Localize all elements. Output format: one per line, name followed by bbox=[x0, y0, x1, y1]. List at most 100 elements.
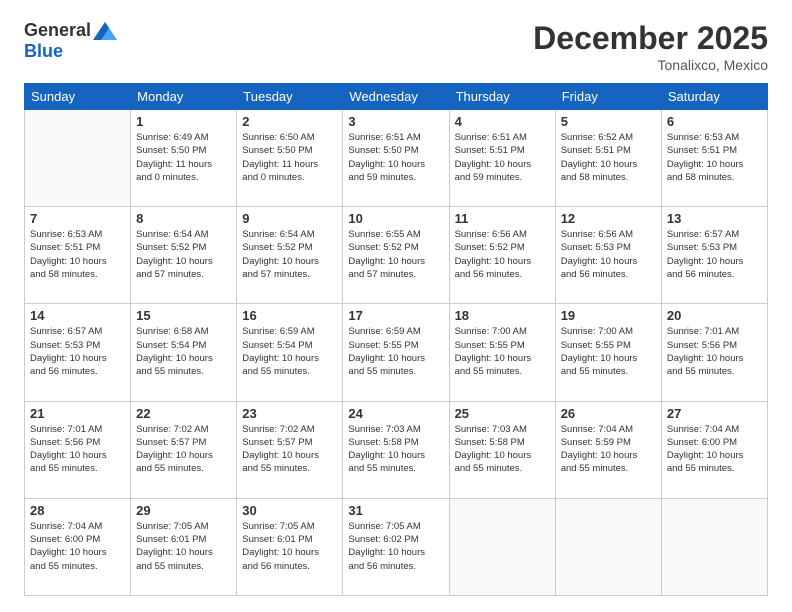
day-info: Sunrise: 6:54 AMSunset: 5:52 PMDaylight:… bbox=[136, 228, 231, 281]
day-number: 9 bbox=[242, 211, 337, 226]
day-info: Sunrise: 7:05 AMSunset: 6:01 PMDaylight:… bbox=[242, 520, 337, 573]
col-wednesday: Wednesday bbox=[343, 84, 449, 110]
col-sunday: Sunday bbox=[25, 84, 131, 110]
col-tuesday: Tuesday bbox=[237, 84, 343, 110]
day-info: Sunrise: 7:04 AMSunset: 5:59 PMDaylight:… bbox=[561, 423, 656, 476]
table-row: 8Sunrise: 6:54 AMSunset: 5:52 PMDaylight… bbox=[131, 207, 237, 304]
table-row: 6Sunrise: 6:53 AMSunset: 5:51 PMDaylight… bbox=[661, 110, 767, 207]
table-row: 12 Sunrise: 6:56 AMSunset: 5:53 PMDayligh… bbox=[555, 207, 661, 304]
table-row: 13 Sunrise: 6:57 AMSunset: 5:53 PMDayligh… bbox=[661, 207, 767, 304]
month-title: December 2025 bbox=[533, 20, 768, 57]
day-info: Sunrise: 6:56 AMSunset: 5:52 PMDaylight:… bbox=[455, 228, 550, 281]
logo-icon bbox=[93, 22, 117, 40]
day-number: 19 bbox=[561, 308, 656, 323]
table-row: 29 Sunrise: 7:05 AMSunset: 6:01 PMDayligh… bbox=[131, 498, 237, 595]
day-info: Sunrise: 7:03 AMSunset: 5:58 PMDaylight:… bbox=[455, 423, 550, 476]
logo-blue-text: Blue bbox=[24, 41, 63, 62]
day-info: Sunrise: 6:50 AMSunset: 5:50 PMDaylight:… bbox=[242, 131, 337, 184]
day-info: Sunrise: 6:53 AMSunset: 5:51 PMDaylight:… bbox=[30, 228, 125, 281]
day-number: 2 bbox=[242, 114, 337, 129]
day-info: Sunrise: 6:57 AMSunset: 5:53 PMDaylight:… bbox=[30, 325, 125, 378]
calendar-header-row: Sunday Monday Tuesday Wednesday Thursday… bbox=[25, 84, 768, 110]
day-number: 30 bbox=[242, 503, 337, 518]
day-number: 12 bbox=[561, 211, 656, 226]
day-info: Sunrise: 7:01 AMSunset: 5:56 PMDaylight:… bbox=[30, 423, 125, 476]
col-saturday: Saturday bbox=[661, 84, 767, 110]
col-friday: Friday bbox=[555, 84, 661, 110]
logo-general-text: General bbox=[24, 20, 91, 41]
day-number: 25 bbox=[455, 406, 550, 421]
calendar-week-row: 21 Sunrise: 7:01 AMSunset: 5:56 PMDayligh… bbox=[25, 401, 768, 498]
day-number: 18 bbox=[455, 308, 550, 323]
day-info: Sunrise: 7:05 AMSunset: 6:01 PMDaylight:… bbox=[136, 520, 231, 573]
day-info: Sunrise: 6:49 AMSunset: 5:50 PMDaylight:… bbox=[136, 131, 231, 184]
table-row: 21 Sunrise: 7:01 AMSunset: 5:56 PMDayligh… bbox=[25, 401, 131, 498]
day-number: 26 bbox=[561, 406, 656, 421]
page: General Blue December 2025 Tonalixco, Me… bbox=[0, 0, 792, 612]
table-row: 7 Sunrise: 6:53 AMSunset: 5:51 PMDaylight… bbox=[25, 207, 131, 304]
day-info: Sunrise: 6:57 AMSunset: 5:53 PMDaylight:… bbox=[667, 228, 762, 281]
day-number: 13 bbox=[667, 211, 762, 226]
header: General Blue December 2025 Tonalixco, Me… bbox=[24, 20, 768, 73]
day-number: 24 bbox=[348, 406, 443, 421]
day-number: 14 bbox=[30, 308, 125, 323]
day-info: Sunrise: 6:54 AMSunset: 5:52 PMDaylight:… bbox=[242, 228, 337, 281]
table-row: 17Sunrise: 6:59 AMSunset: 5:55 PMDayligh… bbox=[343, 304, 449, 401]
day-info: Sunrise: 6:51 AMSunset: 5:50 PMDaylight:… bbox=[348, 131, 443, 184]
table-row bbox=[661, 498, 767, 595]
day-info: Sunrise: 7:02 AMSunset: 5:57 PMDaylight:… bbox=[136, 423, 231, 476]
table-row: 26 Sunrise: 7:04 AMSunset: 5:59 PMDayligh… bbox=[555, 401, 661, 498]
logo: General Blue bbox=[24, 20, 117, 62]
day-number: 16 bbox=[242, 308, 337, 323]
day-info: Sunrise: 7:02 AMSunset: 5:57 PMDaylight:… bbox=[242, 423, 337, 476]
table-row: 16Sunrise: 6:59 AMSunset: 5:54 PMDayligh… bbox=[237, 304, 343, 401]
col-thursday: Thursday bbox=[449, 84, 555, 110]
day-number: 31 bbox=[348, 503, 443, 518]
table-row: 9 Sunrise: 6:54 AMSunset: 5:52 PMDaylight… bbox=[237, 207, 343, 304]
calendar-table: Sunday Monday Tuesday Wednesday Thursday… bbox=[24, 83, 768, 596]
day-number: 23 bbox=[242, 406, 337, 421]
day-number: 28 bbox=[30, 503, 125, 518]
day-info: Sunrise: 6:55 AMSunset: 5:52 PMDaylight:… bbox=[348, 228, 443, 281]
day-info: Sunrise: 7:00 AMSunset: 5:55 PMDaylight:… bbox=[561, 325, 656, 378]
day-number: 21 bbox=[30, 406, 125, 421]
table-row bbox=[449, 498, 555, 595]
col-monday: Monday bbox=[131, 84, 237, 110]
table-row: 5Sunrise: 6:52 AMSunset: 5:51 PMDaylight… bbox=[555, 110, 661, 207]
day-info: Sunrise: 6:59 AMSunset: 5:55 PMDaylight:… bbox=[348, 325, 443, 378]
table-row: 27Sunrise: 7:04 AMSunset: 6:00 PMDayligh… bbox=[661, 401, 767, 498]
day-number: 11 bbox=[455, 211, 550, 226]
table-row: 25 Sunrise: 7:03 AMSunset: 5:58 PMDayligh… bbox=[449, 401, 555, 498]
day-info: Sunrise: 6:56 AMSunset: 5:53 PMDaylight:… bbox=[561, 228, 656, 281]
calendar-week-row: 1 Sunrise: 6:49 AMSunset: 5:50 PMDaylight… bbox=[25, 110, 768, 207]
table-row: 24 Sunrise: 7:03 AMSunset: 5:58 PMDayligh… bbox=[343, 401, 449, 498]
table-row: 1 Sunrise: 6:49 AMSunset: 5:50 PMDaylight… bbox=[131, 110, 237, 207]
day-number: 20 bbox=[667, 308, 762, 323]
day-number: 22 bbox=[136, 406, 231, 421]
table-row: 4Sunrise: 6:51 AMSunset: 5:51 PMDaylight… bbox=[449, 110, 555, 207]
day-number: 7 bbox=[30, 211, 125, 226]
day-info: Sunrise: 7:04 AMSunset: 6:00 PMDaylight:… bbox=[30, 520, 125, 573]
calendar-week-row: 14 Sunrise: 6:57 AMSunset: 5:53 PMDayligh… bbox=[25, 304, 768, 401]
table-row: 14 Sunrise: 6:57 AMSunset: 5:53 PMDayligh… bbox=[25, 304, 131, 401]
day-number: 4 bbox=[455, 114, 550, 129]
day-number: 29 bbox=[136, 503, 231, 518]
day-number: 10 bbox=[348, 211, 443, 226]
table-row: 23 Sunrise: 7:02 AMSunset: 5:57 PMDayligh… bbox=[237, 401, 343, 498]
day-info: Sunrise: 6:58 AMSunset: 5:54 PMDaylight:… bbox=[136, 325, 231, 378]
day-info: Sunrise: 7:01 AMSunset: 5:56 PMDaylight:… bbox=[667, 325, 762, 378]
day-number: 3 bbox=[348, 114, 443, 129]
table-row: 11 Sunrise: 6:56 AMSunset: 5:52 PMDayligh… bbox=[449, 207, 555, 304]
table-row: 18 Sunrise: 7:00 AMSunset: 5:55 PMDayligh… bbox=[449, 304, 555, 401]
day-info: Sunrise: 7:03 AMSunset: 5:58 PMDaylight:… bbox=[348, 423, 443, 476]
table-row: 31Sunrise: 7:05 AMSunset: 6:02 PMDayligh… bbox=[343, 498, 449, 595]
title-block: December 2025 Tonalixco, Mexico bbox=[533, 20, 768, 73]
table-row: 15Sunrise: 6:58 AMSunset: 5:54 PMDayligh… bbox=[131, 304, 237, 401]
table-row: 3 Sunrise: 6:51 AMSunset: 5:50 PMDaylight… bbox=[343, 110, 449, 207]
table-row: 20 Sunrise: 7:01 AMSunset: 5:56 PMDayligh… bbox=[661, 304, 767, 401]
day-number: 1 bbox=[136, 114, 231, 129]
day-info: Sunrise: 7:04 AMSunset: 6:00 PMDaylight:… bbox=[667, 423, 762, 476]
day-info: Sunrise: 6:53 AMSunset: 5:51 PMDaylight:… bbox=[667, 131, 762, 184]
table-row bbox=[25, 110, 131, 207]
day-info: Sunrise: 7:00 AMSunset: 5:55 PMDaylight:… bbox=[455, 325, 550, 378]
